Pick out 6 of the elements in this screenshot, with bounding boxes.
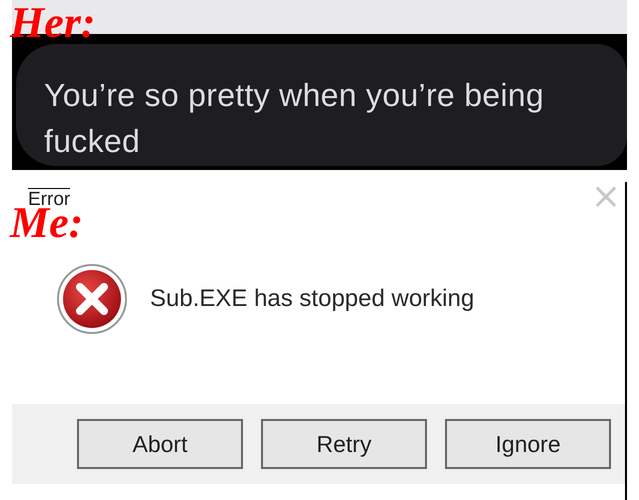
- dialog-button[interactable]: Ignore: [445, 419, 611, 469]
- dialog-button[interactable]: Abort: [77, 419, 243, 469]
- dialog-button[interactable]: Retry: [261, 419, 427, 469]
- message-text: You’re so pretty when you’re being fucked: [44, 76, 545, 161]
- error-message: Sub.EXE has stopped working: [150, 284, 474, 314]
- error-icon: [56, 263, 128, 335]
